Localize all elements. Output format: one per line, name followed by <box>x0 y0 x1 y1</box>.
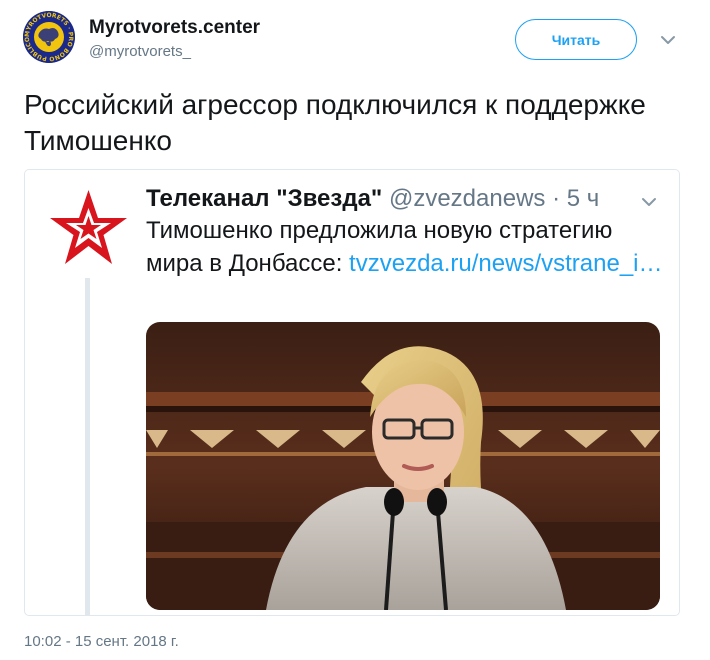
author-name[interactable]: Myrotvorets.center <box>89 17 260 39</box>
quoted-time[interactable]: 5 ч <box>567 185 600 212</box>
quoted-author-handle[interactable]: @zvezdanews <box>389 185 545 212</box>
quoted-text: Тимошенко предложила новую стратегию мир… <box>146 214 666 280</box>
speaker-at-microphones-photo <box>146 322 660 610</box>
thread-line <box>85 278 90 616</box>
tweet: MYROTVORETS · PRO BONO PUBLICO Myrotvore… <box>0 0 710 660</box>
quoted-separator: · <box>545 185 567 212</box>
quoted-link[interactable]: tvzvezda.ru/news/vstrane_i… <box>349 250 662 277</box>
tweet-timestamp[interactable]: 10:02 - 15 сент. 2018 г. <box>24 633 179 650</box>
red-star-icon[interactable] <box>47 186 130 269</box>
myrotvorets-logo-icon: MYROTVORETS · PRO BONO PUBLICO <box>23 11 75 63</box>
author-avatar[interactable]: MYROTVORETS · PRO BONO PUBLICO <box>23 11 75 63</box>
media-photo[interactable] <box>146 322 660 610</box>
tweet-text: Российский агрессор подключился к поддер… <box>24 89 646 156</box>
quoted-header: Телеканал "Звезда" @zvezdanews · 5 ч <box>146 184 599 214</box>
quoted-author-name[interactable]: Телеканал "Звезда" <box>146 185 382 212</box>
chevron-down-icon[interactable] <box>658 30 678 50</box>
follow-button[interactable]: Читать <box>515 19 637 60</box>
chevron-down-icon[interactable] <box>639 192 659 212</box>
quoted-tweet-card[interactable]: Телеканал "Звезда" @zvezdanews · 5 ч Тим… <box>24 169 680 616</box>
author-handle[interactable]: @myrotvorets_ <box>89 43 191 60</box>
